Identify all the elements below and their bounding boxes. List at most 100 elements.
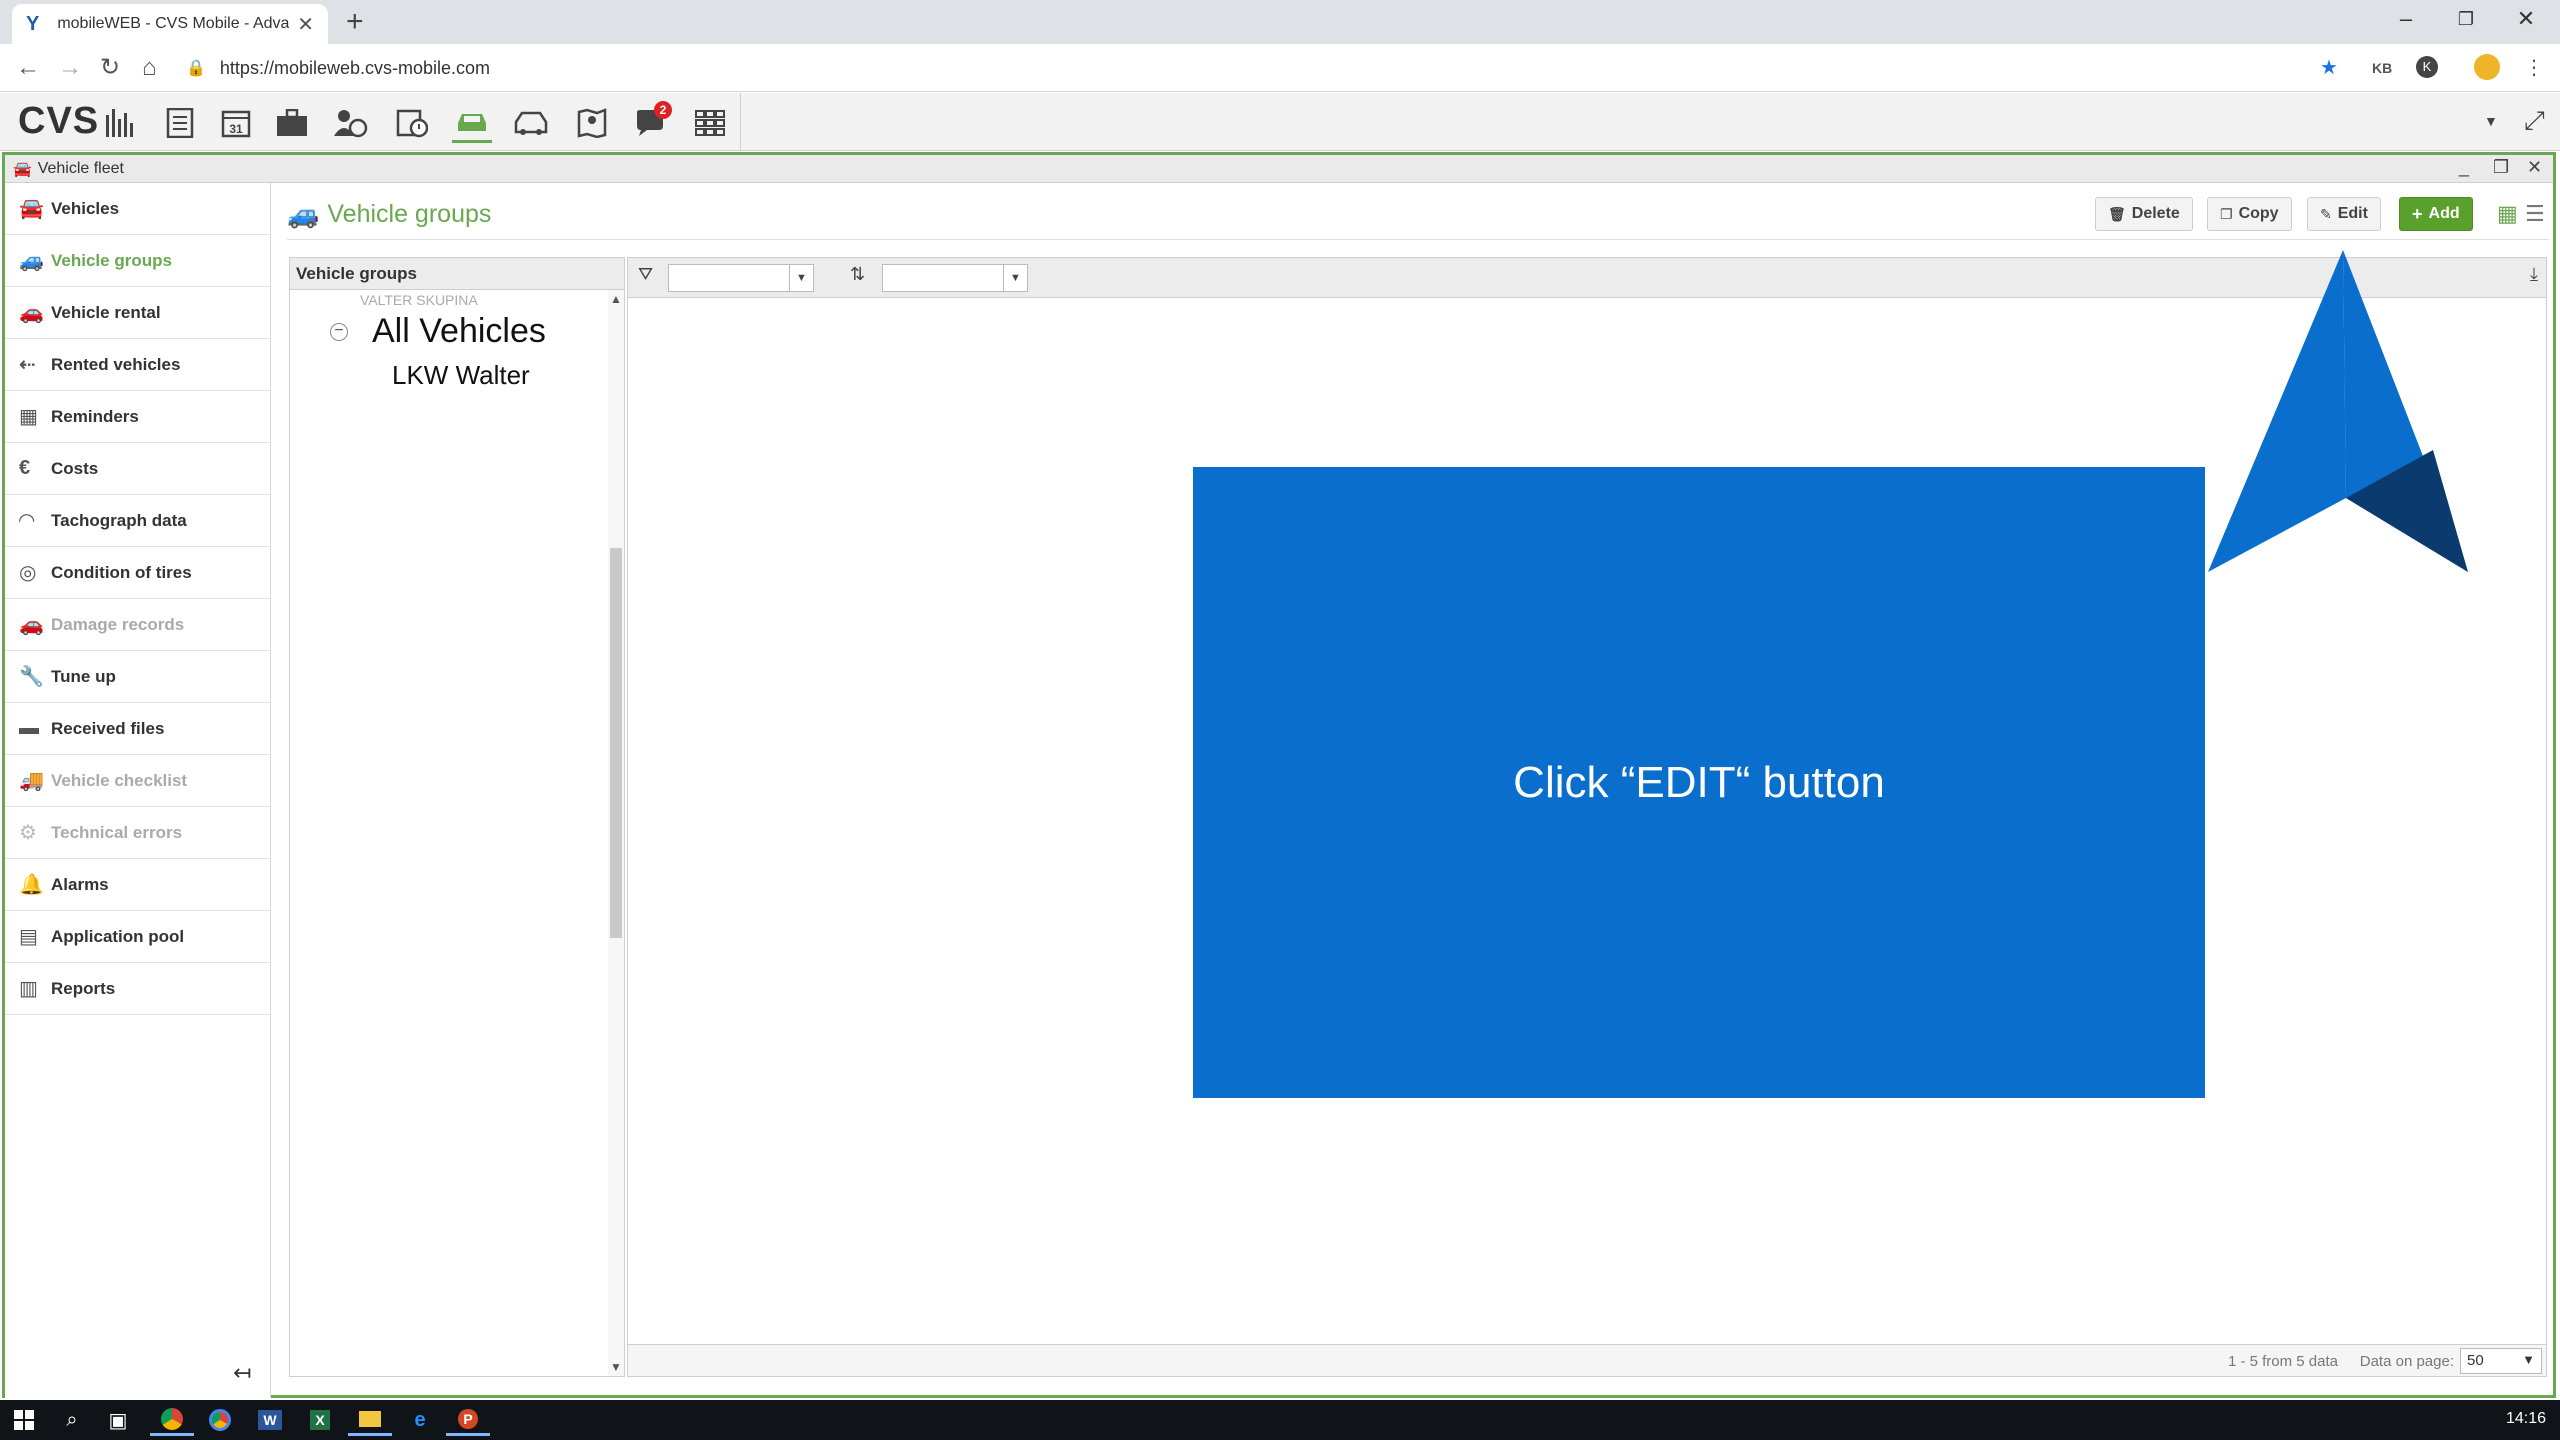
add-button-label: Add	[2428, 205, 2460, 222]
sidebar-item-label: Reminders	[51, 406, 139, 426]
copy-button[interactable]: ❐ Copy	[2207, 197, 2292, 231]
collapse-node-icon[interactable]: −	[330, 322, 348, 341]
window-minimize-button[interactable]: _	[2459, 157, 2469, 178]
home-icon[interactable]: ⌂	[142, 54, 157, 82]
chrome-icon[interactable]	[150, 1404, 194, 1436]
browser-app-icon[interactable]	[198, 1404, 242, 1436]
tree-item-partial[interactable]: VALTER SKUPINA	[360, 292, 478, 308]
notification-badge: 2	[654, 101, 672, 119]
new-tab-button[interactable]: +	[346, 6, 364, 38]
car-rental-icon[interactable]	[512, 103, 552, 143]
sidebar-item-vehicle-checklist[interactable]: 🚚 Vehicle checklist	[5, 755, 270, 807]
sidebar-item-tachograph-data[interactable]: ◠ Tachograph data	[5, 495, 270, 547]
sidebar-item-tune-up[interactable]: 🔧 Tune up	[5, 651, 270, 703]
reload-icon[interactable]: ↻	[100, 54, 120, 82]
window-close-button[interactable]: ✕	[2527, 157, 2542, 178]
edge-icon[interactable]: e	[398, 1404, 442, 1436]
bar-chart-icon: ▥	[19, 978, 38, 1000]
collapse-sidebar-icon[interactable]: ↤	[233, 1360, 251, 1386]
address-bar[interactable]: 🔒 https://mobileweb.cvs-mobile.com	[186, 52, 2366, 84]
grid-menu-icon[interactable]	[690, 103, 730, 143]
fullscreen-icon[interactable]: ⤢	[2524, 105, 2545, 137]
tree-scrollbar[interactable]: ▲ ▼	[608, 290, 624, 1376]
windows-start-icon[interactable]	[2, 1404, 46, 1436]
euro-icon: €	[19, 457, 31, 479]
tree-item-label: All Vehicles	[372, 312, 546, 350]
page-title-text: Vehicle groups	[327, 200, 492, 228]
data-on-page-select[interactable]: 50 ▼	[2460, 1348, 2542, 1374]
sidebar-item-costs[interactable]: € Costs	[5, 443, 270, 495]
profile-avatar[interactable]	[2474, 54, 2500, 80]
chat-icon[interactable]: 2	[632, 101, 672, 143]
sidebar-item-vehicle-groups[interactable]: 🚙 Vehicle groups	[5, 235, 270, 287]
os-taskbar: ⌕ ▣ W X e P 14:16	[0, 1400, 2560, 1440]
sort-icon[interactable]: ⇅	[850, 264, 865, 285]
sidebar-item-alarms[interactable]: 🔔 Alarms	[5, 859, 270, 911]
filter-icon[interactable]: ⛛	[638, 264, 653, 285]
statistics-icon[interactable]	[100, 103, 140, 143]
sidebar-item-reports[interactable]: ▥ Reports	[5, 963, 270, 1015]
schedule-icon[interactable]	[392, 103, 432, 143]
sidebar-item-label: Rented vehicles	[51, 354, 181, 374]
scroll-down-icon[interactable]: ▼	[610, 1360, 622, 1374]
sidebar-item-rented-vehicles[interactable]: ⇠ Rented vehicles	[5, 339, 270, 391]
chevron-down-icon: ▼	[2522, 1352, 2535, 1367]
sidebar-item-received-files[interactable]: ▬ Received files	[5, 703, 270, 755]
sidebar-item-technical-errors[interactable]: ⚙ Technical errors	[5, 807, 270, 859]
briefcase-icon[interactable]	[272, 103, 312, 143]
window-restore-button[interactable]: ❐	[2493, 157, 2509, 178]
extension-kb-icon[interactable]: KB	[2372, 56, 2392, 80]
sort-select[interactable]: ▼	[882, 264, 1028, 292]
extension-k-icon[interactable]: K	[2416, 56, 2438, 78]
person-location-icon[interactable]	[330, 103, 370, 143]
chevron-down-icon[interactable]: ▼	[2484, 113, 2498, 129]
sidebar-item-vehicles[interactable]: 🚘 Vehicles	[5, 183, 270, 235]
forward-icon[interactable]: →	[58, 54, 82, 82]
folder-icon: ▬	[19, 717, 39, 739]
sidebar-item-vehicle-rental[interactable]: 🚗 Vehicle rental	[5, 287, 270, 339]
sidebar-item-label: Vehicle checklist	[51, 770, 188, 790]
browser-tab[interactable]: Y mobileWEB - CVS Mobile - Advan ✕	[12, 4, 328, 44]
filter-select[interactable]: ▼	[668, 264, 814, 292]
sidebar-item-damage-records[interactable]: 🚗 Damage records	[5, 599, 270, 651]
sidebar-item-label: Tune up	[51, 666, 116, 686]
sidebar-item-reminders[interactable]: ▦ Reminders	[5, 391, 270, 443]
powerpoint-icon[interactable]: P	[446, 1404, 490, 1436]
file-explorer-icon[interactable]	[348, 1404, 392, 1436]
tree-item-all-vehicles[interactable]: − All Vehicles	[330, 312, 546, 351]
excel-icon[interactable]: X	[298, 1404, 342, 1436]
scroll-up-icon[interactable]: ▲	[610, 292, 622, 306]
delete-button[interactable]: 🗑 Delete	[2095, 197, 2193, 231]
window-title: Vehicle fleet	[37, 159, 124, 177]
minimize-window-button[interactable]: –	[2376, 0, 2436, 40]
pencil-icon: ✎	[2320, 205, 2332, 222]
back-icon[interactable]: ←	[16, 54, 40, 82]
close-window-button[interactable]: ✕	[2496, 0, 2556, 40]
truck-checklist-icon: 🚚	[19, 770, 44, 792]
delete-button-label: Delete	[2131, 205, 2180, 222]
tile-view-icon[interactable]: ▦	[2497, 201, 2518, 227]
sidebar-item-condition-of-tires[interactable]: ◎ Condition of tires	[5, 547, 270, 599]
bookmark-star-icon[interactable]: ★	[2320, 56, 2338, 80]
sidebar-item-label: Vehicles	[51, 198, 120, 218]
sidebar-item-application-pool[interactable]: ▤ Application pool	[5, 911, 270, 963]
tree-item-lkw-walter[interactable]: LKW Walter	[392, 360, 530, 391]
restore-window-button[interactable]: ❐	[2436, 0, 2496, 40]
search-icon[interactable]: ⌕	[50, 1404, 94, 1436]
add-button[interactable]: + Add	[2399, 197, 2473, 231]
word-icon[interactable]: W	[248, 1404, 292, 1436]
browser-menu-icon[interactable]: ⋮	[2524, 56, 2544, 80]
download-icon[interactable]: ⤓	[2530, 264, 2538, 285]
vehicle-fleet-car-icon[interactable]	[452, 103, 492, 143]
site-favicon-icon: Y	[26, 13, 40, 35]
close-tab-icon[interactable]: ✕	[297, 12, 314, 37]
edit-button[interactable]: ✎ Edit	[2307, 197, 2381, 231]
taskbar-clock: 14:16	[2505, 1410, 2546, 1427]
list-view-icon[interactable]: ☰	[2525, 201, 2545, 227]
task-view-icon[interactable]: ▣	[96, 1404, 140, 1436]
document-icon[interactable]	[160, 103, 200, 143]
calendar-icon[interactable]: 31	[216, 103, 256, 143]
map-icon[interactable]	[572, 103, 612, 143]
url-text: https://mobileweb.cvs-mobile.com	[219, 57, 491, 78]
scrollbar-thumb[interactable]	[610, 548, 622, 938]
